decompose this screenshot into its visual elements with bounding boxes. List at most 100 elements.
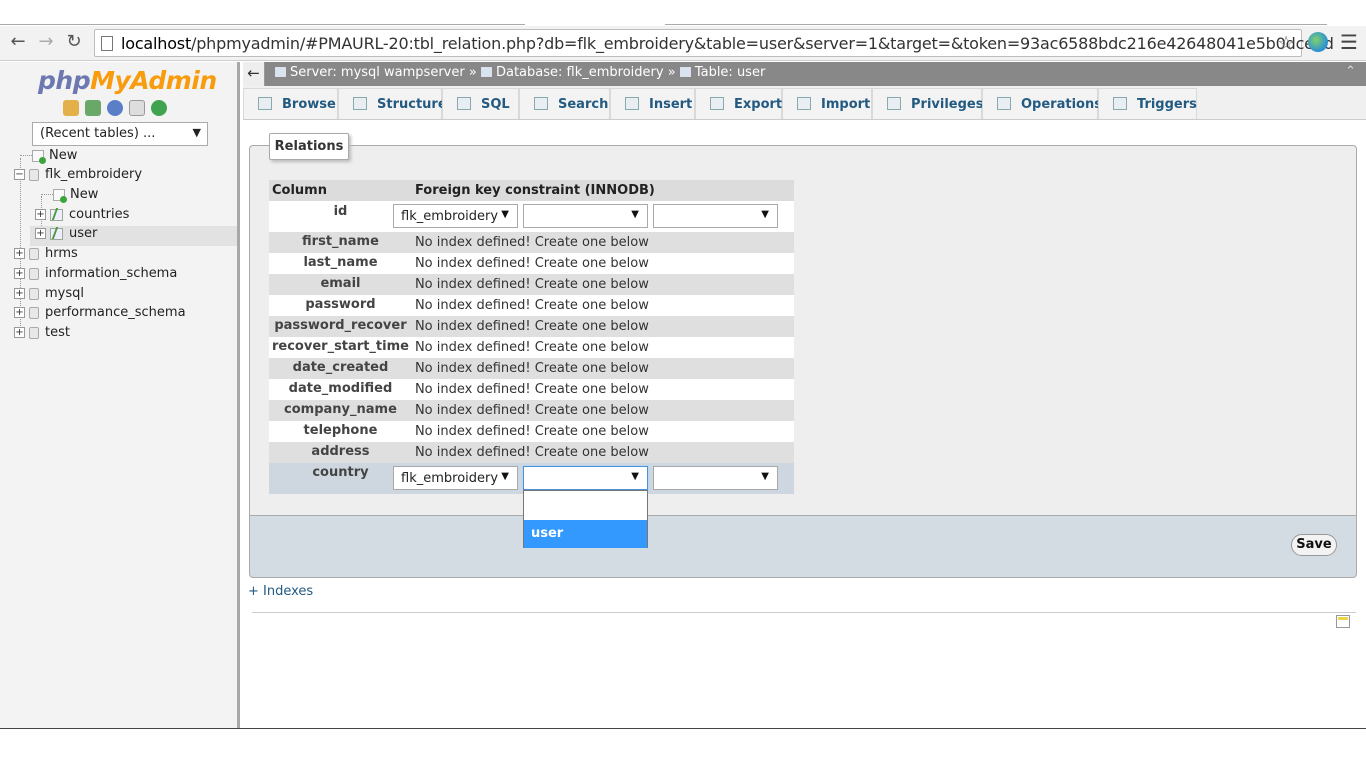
tab-search[interactable]: Search xyxy=(519,88,610,119)
expand-icon[interactable]: + xyxy=(14,288,25,299)
privileges-icon xyxy=(887,97,901,110)
tree-item-user[interactable]: + user xyxy=(30,226,237,246)
table-row: telephone No index defined! Create one be… xyxy=(269,421,794,442)
import-icon xyxy=(797,97,811,110)
collapse-top-icon[interactable]: ⌃ xyxy=(1345,64,1356,79)
expand-icon[interactable]: + xyxy=(35,228,46,239)
tab-sql[interactable]: SQL xyxy=(442,88,519,119)
collapse-icon[interactable]: − xyxy=(14,169,25,180)
table-icon xyxy=(50,227,63,240)
nav-quick-icons xyxy=(63,100,173,120)
tab-privileges[interactable]: Privileges xyxy=(872,88,983,119)
chevron-down-icon: ▼ xyxy=(501,471,509,482)
expand-icon[interactable]: + xyxy=(35,209,46,220)
docs-icon[interactable] xyxy=(129,100,145,116)
breadcrumb-table[interactable]: Table: user xyxy=(695,65,765,80)
chevron-down-icon: ▼ xyxy=(192,126,201,139)
tree-item-mysql[interactable]: + mysql xyxy=(14,286,84,306)
tab-structure[interactable]: Structure xyxy=(338,88,447,119)
chevron-down-icon: ▼ xyxy=(631,209,639,220)
tab-import[interactable]: Import xyxy=(782,88,872,119)
country-fk-database-select[interactable]: flk_embroidery ▼ xyxy=(393,466,518,490)
breadcrumb-separator: » xyxy=(468,65,477,80)
tree-item-hrms[interactable]: + hrms xyxy=(14,246,78,266)
search-icon xyxy=(534,97,548,110)
database-icon xyxy=(29,247,39,260)
breadcrumb-separator: » xyxy=(667,65,676,80)
save-button[interactable]: Save xyxy=(1291,534,1337,556)
back-arrow-icon[interactable]: ← xyxy=(6,30,30,54)
tree-item-new[interactable]: New xyxy=(20,148,77,168)
new-icon xyxy=(53,188,67,203)
tab-strip-line xyxy=(0,24,525,25)
chevron-down-icon: ▼ xyxy=(761,209,769,220)
tree-item-flk-embroidery[interactable]: − flk_embroidery xyxy=(14,167,142,187)
tab-triggers[interactable]: Triggers xyxy=(1098,88,1197,119)
chevron-down-icon: ▼ xyxy=(501,209,509,220)
database-icon xyxy=(29,306,39,319)
refresh-icon[interactable] xyxy=(151,100,167,116)
tree-item-test[interactable]: + test xyxy=(14,325,70,345)
table-row: address No index defined! Create one belo… xyxy=(269,442,794,463)
tab-insert[interactable]: Insert xyxy=(610,88,695,119)
nav-toggle-arrow-icon[interactable]: ← xyxy=(243,62,265,86)
tree-item-new-table[interactable]: New xyxy=(41,187,98,207)
indexes-toggle-link[interactable]: + Indexes xyxy=(248,584,313,599)
globe-extension-icon[interactable] xyxy=(1308,32,1328,52)
expand-icon[interactable]: + xyxy=(14,248,25,259)
chevron-down-icon: ▼ xyxy=(761,471,769,482)
insert-icon xyxy=(625,97,639,110)
country-fk-column-select[interactable]: ▼ xyxy=(653,466,778,490)
console-icon[interactable] xyxy=(1336,615,1350,628)
forward-arrow-icon[interactable]: → xyxy=(34,30,58,54)
sql-icon xyxy=(457,97,471,110)
taskbar-area xyxy=(0,729,1366,768)
table-row: first_name No index defined! Create one b… xyxy=(269,232,794,253)
breadcrumb-server[interactable]: Server: mysql wampserver xyxy=(290,65,465,80)
id-fk-column-select[interactable]: ▼ xyxy=(653,204,778,228)
hamburger-menu-icon[interactable]: ☰ xyxy=(1340,30,1358,54)
database-icon xyxy=(29,168,39,181)
browser-tab-strip xyxy=(0,0,1366,26)
bookmark-star-icon[interactable]: ☆ xyxy=(1277,31,1295,55)
tree-item-information-schema[interactable]: + information_schema xyxy=(14,266,177,286)
phpmyadmin-logo[interactable]: phpMyAdmin xyxy=(38,66,217,95)
table-row: email No index defined! Create one below xyxy=(269,274,794,295)
expand-icon[interactable]: + xyxy=(14,307,25,318)
triggers-icon xyxy=(1113,97,1127,110)
help-icon[interactable] xyxy=(107,100,123,116)
country-fk-table-select[interactable]: ▼ xyxy=(523,466,648,490)
chevron-down-icon: ▼ xyxy=(631,471,639,482)
table-row: last_name No index defined! Create one be… xyxy=(269,253,794,274)
tab-browse[interactable]: Browse xyxy=(243,88,338,119)
tree-item-performance-schema[interactable]: + performance_schema xyxy=(14,305,186,325)
database-icon xyxy=(480,67,492,77)
table-row: password No index defined! Create one bel… xyxy=(269,295,794,316)
dropdown-option-empty[interactable] xyxy=(524,491,647,520)
expand-icon[interactable]: + xyxy=(14,327,25,338)
table-row: password_recover No index defined! Create… xyxy=(269,316,794,337)
expand-icon[interactable]: + xyxy=(14,268,25,279)
address-bar-url: localhost/phpmyadmin/#PMAURL-20:tbl_rela… xyxy=(121,34,1334,53)
address-bar[interactable]: localhost/phpmyadmin/#PMAURL-20:tbl_rela… xyxy=(94,29,1334,57)
database-icon xyxy=(29,326,39,339)
table-icon xyxy=(50,208,63,221)
tab-export[interactable]: Export xyxy=(695,88,782,119)
id-fk-database-select[interactable]: flk_embroidery ▼ xyxy=(393,204,518,228)
recent-tables-select[interactable]: (Recent tables) ... ▼ xyxy=(32,122,208,146)
tab-operations[interactable]: Operations xyxy=(982,88,1102,119)
relations-legend: Relations xyxy=(269,133,349,160)
home-icon[interactable] xyxy=(63,100,79,116)
dropdown-option-user[interactable]: user xyxy=(524,520,647,548)
breadcrumb-database[interactable]: Database: flk_embroidery xyxy=(496,65,664,80)
id-fk-table-select[interactable]: ▼ xyxy=(523,204,648,228)
table-icon xyxy=(679,67,691,77)
wrench-icon xyxy=(997,97,1011,110)
breadcrumb: ← Server: mysql wampserver » Database: f… xyxy=(243,62,1366,86)
reload-icon[interactable]: ↻ xyxy=(62,30,86,54)
form-footer xyxy=(249,515,1357,578)
server-icon xyxy=(275,67,286,77)
tree-item-countries[interactable]: + countries xyxy=(35,207,129,227)
logout-icon[interactable] xyxy=(85,100,101,116)
browser-toolbar: ← → ↻ localhost/phpmyadmin/#PMAURL-20:tb… xyxy=(0,26,1366,61)
